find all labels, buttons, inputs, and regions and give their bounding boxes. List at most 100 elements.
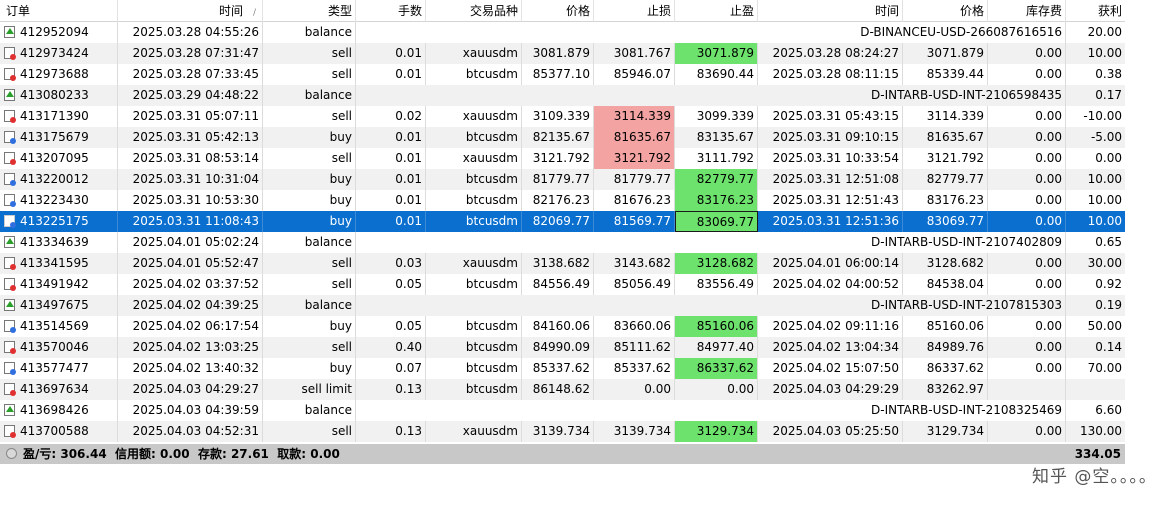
sell-order-icon (4, 47, 16, 60)
cell-open-price: 86148.62 (522, 379, 594, 400)
header-open-time[interactable]: 时间 / (118, 0, 263, 22)
order-cell: 413341595 (0, 253, 118, 274)
cell-tp: 82779.77 (675, 169, 758, 190)
cell-close-time: 2025.04.02 13:04:34 (758, 337, 903, 358)
table-row[interactable]: 413700588 2025.04.03 04:52:31 sell 0.13 xauu… (0, 421, 1125, 442)
table-row[interactable]: 413207095 2025.03.31 08:53:14 sell 0.01 xauu… (0, 148, 1125, 169)
cell-sl: 81676.23 (594, 190, 675, 211)
cell-close-price: 3128.682 (903, 253, 988, 274)
cell-tp: 83069.77 (675, 211, 758, 232)
cell-volume: 0.05 (356, 316, 426, 337)
table-row[interactable]: 413698426 2025.04.03 04:39:59 balance D-INT… (0, 400, 1125, 421)
cell-profit: -10.00 (1083, 109, 1122, 123)
header-sl[interactable]: 止损 (594, 0, 675, 22)
sell-order-icon (4, 341, 16, 354)
table-row[interactable]: 413497675 2025.04.02 04:39:25 balance D-INT… (0, 295, 1125, 316)
balance-comment: D-INTARB-USD-INT-2107815303 (356, 295, 1066, 316)
deposit-icon (4, 236, 15, 248)
cell-close-time: 2025.04.01 06:00:14 (758, 253, 903, 274)
cell-profit: 0.38 (1095, 67, 1122, 81)
table-row[interactable]: 413171390 2025.03.31 05:07:11 sell 0.02 xauu… (0, 106, 1125, 127)
order-cell: 413497675 (0, 295, 118, 316)
cell-tp: 3099.339 (675, 106, 758, 127)
sell-order-icon (4, 257, 16, 270)
header-profit[interactable]: 获利 (1066, 0, 1125, 22)
cell-close-time: 2025.04.02 15:07:50 (758, 358, 903, 379)
cell-open-price: 3121.792 (522, 148, 594, 169)
header-tp[interactable]: 止盈 (675, 0, 758, 22)
order-cell: 413697634 (0, 379, 118, 400)
table-row[interactable]: 412973424 2025.03.28 07:31:47 sell 0.01 xauu… (0, 43, 1125, 64)
cell-type: balance (263, 400, 356, 421)
cell-close-price: 83069.77 (903, 211, 988, 232)
cell-symbol: btcusdm (426, 274, 522, 295)
order-cell: 413225175 (0, 211, 118, 232)
cell-volume: 0.01 (356, 64, 426, 85)
buy-order-icon (4, 194, 16, 207)
table-row[interactable]: 413491942 2025.04.02 03:37:52 sell 0.05 btcu… (0, 274, 1125, 295)
history-table: 订单 时间 / 类型 手数 交易品种 价格 止损 止盈 时间 价格 库存费 获利 … (0, 0, 1125, 442)
balance-comment: D-INTARB-USD-INT-2108325469 (356, 400, 1066, 421)
cell-open-time: 2025.04.02 06:17:54 (118, 316, 263, 337)
table-body: 412952094 2025.03.28 04:55:26 balance D-BIN… (0, 22, 1125, 442)
cell-type: buy (263, 127, 356, 148)
table-row[interactable]: 413225175 2025.03.31 11:08:43 buy 0.01 btcus… (0, 211, 1125, 232)
header-order[interactable]: 订单 (0, 0, 118, 22)
cell-open-price: 82176.23 (522, 190, 594, 211)
header-open-price[interactable]: 价格 (522, 0, 594, 22)
table-row[interactable]: 413577477 2025.04.02 13:40:32 buy 0.07 btcus… (0, 358, 1125, 379)
table-row[interactable]: 413080233 2025.03.29 04:48:22 balance D-INT… (0, 85, 1125, 106)
order-number: 413175679 (20, 130, 89, 144)
header-symbol[interactable]: 交易品种 (426, 0, 522, 22)
table-row[interactable]: 412952094 2025.03.28 04:55:26 balance D-BIN… (0, 22, 1125, 43)
cell-volume: 0.01 (356, 148, 426, 169)
cell-open-price: 85377.10 (522, 64, 594, 85)
summary-bar: 盈/亏: 306.44 信用额: 0.00 存款: 27.61 取款: 0.00… (0, 444, 1125, 464)
table-row[interactable]: 413514569 2025.04.02 06:17:54 buy 0.05 btcus… (0, 316, 1125, 337)
cell-open-time: 2025.04.03 04:52:31 (118, 421, 263, 442)
cell-type: sell (263, 421, 356, 442)
order-cell: 412973424 (0, 43, 118, 64)
order-cell: 413080233 (0, 85, 118, 106)
cell-open-time: 2025.04.02 13:40:32 (118, 358, 263, 379)
header-swap[interactable]: 库存费 (988, 0, 1066, 22)
table-row[interactable]: 413334639 2025.04.01 05:02:24 balance D-INT… (0, 232, 1125, 253)
cell-symbol: btcusdm (426, 64, 522, 85)
cell-open-price: 82069.77 (522, 211, 594, 232)
header-close-time[interactable]: 时间 (758, 0, 903, 22)
cell-close-price: 3114.339 (903, 106, 988, 127)
header-type[interactable]: 类型 (263, 0, 356, 22)
cell-swap: 0.00 (988, 421, 1066, 442)
cell-open-time: 2025.03.31 11:08:43 (118, 211, 263, 232)
table-row[interactable]: 413341595 2025.04.01 05:52:47 sell 0.03 xauu… (0, 253, 1125, 274)
deposit-icon (4, 404, 15, 416)
order-cell: 413698426 (0, 400, 118, 421)
table-row[interactable]: 412973688 2025.03.28 07:33:45 sell 0.01 btcu… (0, 64, 1125, 85)
cell-volume: 0.03 (356, 253, 426, 274)
cell-profit: 130.00 (1080, 424, 1122, 438)
cell-open-time: 2025.04.02 04:39:25 (118, 295, 263, 316)
table-row[interactable]: 413223430 2025.03.31 10:53:30 buy 0.01 btcus… (0, 190, 1125, 211)
table-row[interactable]: 413570046 2025.04.02 13:03:25 sell 0.40 btcu… (0, 337, 1125, 358)
cell-open-time: 2025.04.02 13:03:25 (118, 337, 263, 358)
table-row[interactable]: 413175679 2025.03.31 05:42:13 buy 0.01 btcus… (0, 127, 1125, 148)
cell-close-price: 84989.76 (903, 337, 988, 358)
header-volume[interactable]: 手数 (356, 0, 426, 22)
sell-order-icon (4, 152, 16, 165)
cell-swap: 0.00 (988, 106, 1066, 127)
cell-type: buy (263, 316, 356, 337)
table-row[interactable]: 413220012 2025.03.31 10:31:04 buy 0.01 btcus… (0, 169, 1125, 190)
cell-symbol: xauusdm (426, 43, 522, 64)
cell-profit: 0.17 (1095, 88, 1122, 102)
order-number: 413514569 (20, 319, 89, 333)
header-close-price[interactable]: 价格 (903, 0, 988, 22)
cell-sl: 3114.339 (594, 106, 675, 127)
cell-sl: 85111.62 (594, 337, 675, 358)
cell-type: balance (263, 22, 356, 43)
cell-profit: 0.92 (1095, 277, 1122, 291)
cell-profit: 10.00 (1087, 193, 1122, 207)
order-cell: 413514569 (0, 316, 118, 337)
sell-order-icon (4, 278, 16, 291)
table-row[interactable]: 413697634 2025.04.03 04:29:27 sell limit 0.… (0, 379, 1125, 400)
cell-swap: 0.00 (988, 211, 1066, 232)
